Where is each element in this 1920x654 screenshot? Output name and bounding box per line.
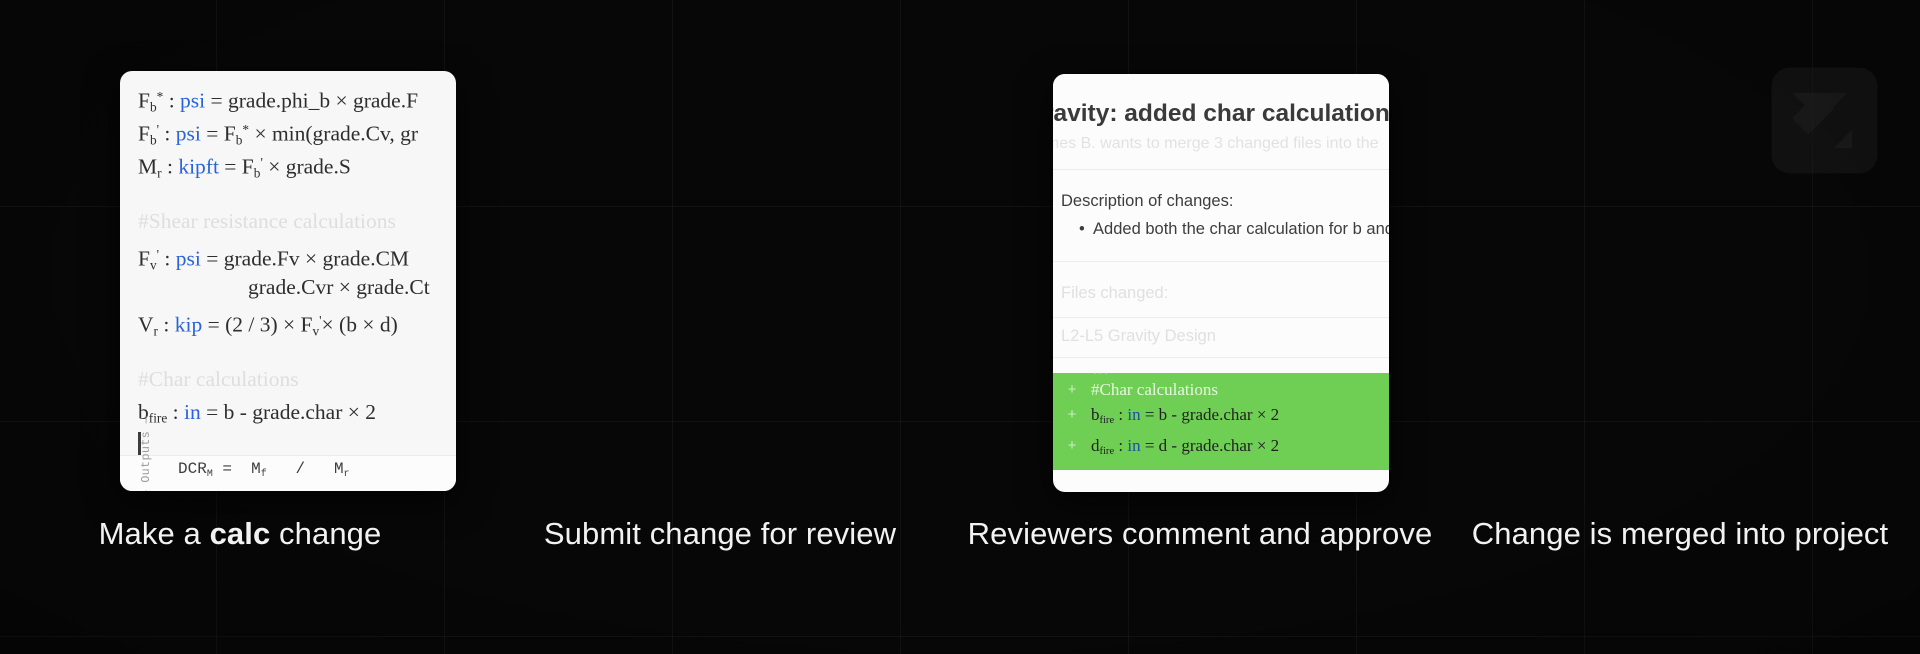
caption-text-part: Make a [98, 516, 210, 551]
calc-formula-line: bfire : in = b - grade.char × 2 [138, 400, 376, 426]
calc-comment-line: #Shear resistance calculations [138, 209, 396, 233]
step-4: gravity: added char calc... James B. mer… [1440, 0, 1920, 654]
output-row: DCRM = Mf / Mr [178, 460, 350, 479]
step-2-card-area: gravity: added char calculations James B… [480, 0, 1389, 500]
calc-lines[interactable]: #Moment resistance calculations Fb* : ps… [138, 71, 456, 462]
calc-comment-line: #Char calculations [138, 367, 299, 391]
step-3-card-area: + #Char calculations + bfire : in = b - … [960, 0, 1440, 500]
step-1-caption: Make a calc change [0, 516, 480, 552]
step-4-card-area: gravity: added char calc... James B. mer… [1440, 0, 1920, 500]
outputs-rows: DCRM = Mf / Mr [178, 456, 350, 487]
step-1: #Moment resistance calculations Fb* : ps… [0, 0, 480, 654]
caption-text-tail: change [270, 516, 382, 551]
step-4-caption: Change is merged into project [1471, 516, 1889, 551]
step-3: + #Char calculations + bfire : in = b - … [960, 0, 1440, 654]
steps-row: #Moment resistance calculations Fb* : ps… [0, 0, 1920, 654]
calc-formula-line: Fb* : psi = grade.phi_b × grade.F [138, 88, 419, 115]
calc-formula-line: Vr : kip = (2 / 3) × Fv'× (b × d) [138, 312, 398, 339]
calc-formula-line: Fv' : psi = grade.Fv × grade.CM [138, 246, 410, 273]
calc-outputs-strip: — Outputs — DCRM = Mf / Mr [120, 416, 456, 491]
calc-spacer [138, 179, 456, 205]
calc-continuation-line: grade.Cvr × grade.Ct [248, 275, 430, 299]
calc-editor-card[interactable]: #Moment resistance calculations Fb* : ps… [120, 71, 456, 491]
calc-comment-line: #Moment resistance calculations [138, 71, 456, 80]
calc-formula-line: Fb' : psi = Fb* × min(grade.Cv, gr [138, 121, 419, 148]
outputs-label: — Outputs — [140, 415, 153, 491]
calc-formula-line: Mr : kipft = Fb' × grade.S [138, 154, 351, 181]
step-2: gravity: added char calculations James B… [480, 0, 1389, 654]
step-3-caption: Reviewers comment and approve [967, 516, 1433, 551]
caption-bold-part: calc [209, 516, 271, 551]
step-1-card-area: #Moment resistance calculations Fb* : ps… [0, 0, 480, 500]
calc-spacer [138, 337, 456, 363]
step-2-caption: Submit change for review [543, 516, 897, 551]
